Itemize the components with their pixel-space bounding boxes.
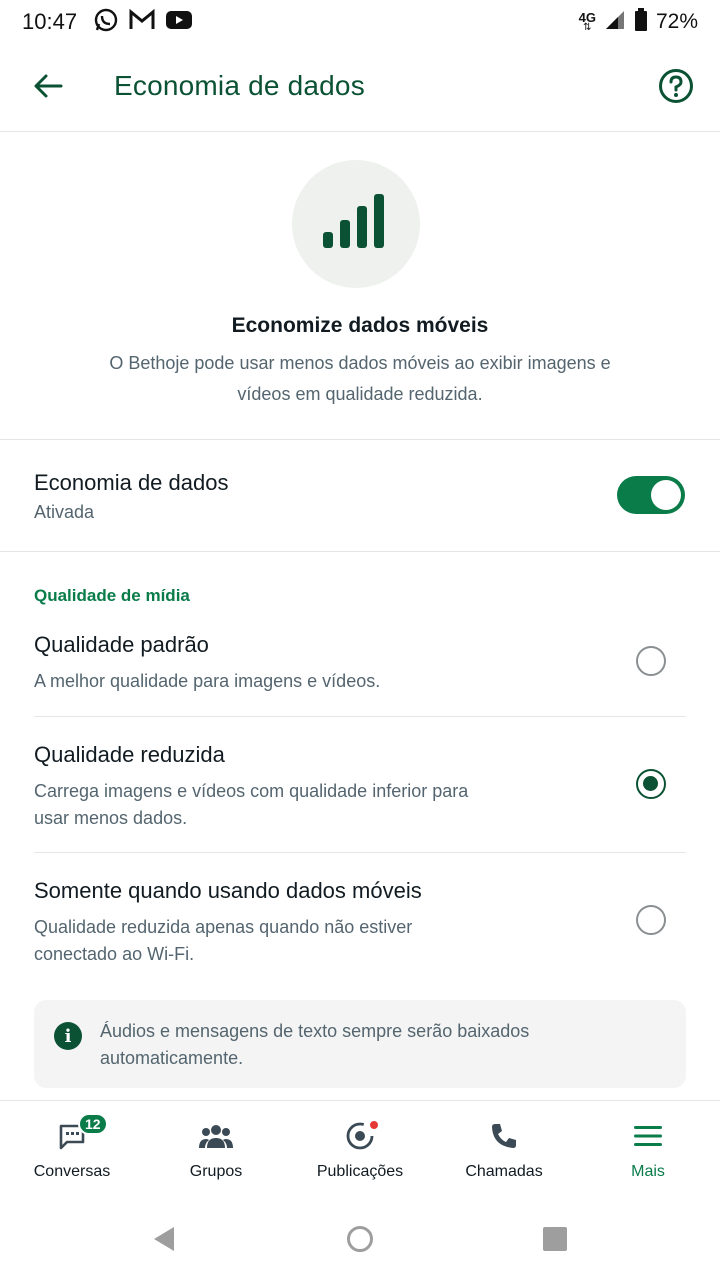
option-reduced-quality[interactable]: Qualidade reduzida Carrega imagens e víd… [34,742,686,832]
youtube-icon [165,9,193,36]
nav-label: Chamadas [465,1163,543,1180]
nav-item-chamadas[interactable]: Chamadas [432,1101,576,1196]
option-title: Qualidade padrão [34,632,209,657]
hero-title: Economize dados móveis [231,314,489,337]
nav-label: Mais [631,1163,665,1180]
hero-icon-circle [292,160,420,288]
help-button[interactable] [658,68,694,104]
network-type: 4G ⇅ [578,10,596,33]
section-label-media-quality: Qualidade de mídia [34,586,190,605]
signal-icon [604,9,626,36]
status-bar: 10:47 4G ⇅ 72% [0,0,720,44]
hero-description: O Bethoje pode usar menos dados móveis a… [109,353,611,404]
divider [34,716,686,717]
data-saver-title: Economia de dados [34,470,229,495]
nav-item-conversas[interactable]: 12 Conversas [0,1101,144,1196]
data-saver-toggle[interactable] [617,476,685,514]
notification-dot [370,1121,378,1129]
back-arrow-icon [33,73,63,104]
groups-icon [198,1122,234,1155]
phone-icon [489,1121,519,1156]
status-time: 10:47 [22,9,78,34]
radio-mobile-data-only[interactable] [636,905,666,935]
option-mobile-data-only[interactable]: Somente quando usando dados móveis Quali… [34,878,686,968]
option-description: Carrega imagens e vídeos com qualidade i… [34,781,469,828]
circle-home-icon [345,1226,375,1258]
help-icon [658,69,694,108]
nav-item-grupos[interactable]: Grupos [144,1101,288,1196]
battery-percent: 72% [655,10,698,33]
nav-item-publicacoes[interactable]: Publicações [288,1101,432,1196]
app-bar: Economia de dados [0,44,720,132]
menu-icon [633,1124,663,1153]
nav-label: Publicações [316,1163,404,1180]
option-title: Qualidade reduzida [34,742,225,767]
bottom-nav: 12 Conversas Grupos Publicações Chamadas [0,1100,720,1196]
option-description: Qualidade reduzida apenas quando não est… [34,917,413,964]
toggle-knob [651,480,681,510]
system-back-button[interactable] [150,1224,180,1254]
system-recents-button[interactable] [540,1224,570,1254]
option-description: A melhor qualidade para imagens e vídeos… [34,671,381,691]
gmail-icon [129,8,155,36]
nav-label: Grupos [189,1163,243,1180]
option-standard-quality[interactable]: Qualidade padrão A melhor qualidade para… [34,632,686,695]
nav-label: Conversas [33,1163,111,1180]
signal-bars-icon [321,192,391,257]
data-saver-row[interactable]: Economia de dados Ativada [0,440,720,552]
triangle-back-icon [150,1227,180,1258]
hero-section: Economize dados móveis O Bethoje pode us… [0,132,720,440]
system-nav-bar [0,1196,720,1280]
info-box: i Áudios e mensagens de texto sempre ser… [34,1000,686,1088]
page-title: Economia de dados [114,70,365,101]
info-text: Áudios e mensagens de texto sempre serão… [100,1021,530,1068]
option-title: Somente quando usando dados móveis [34,878,422,903]
whatsapp-icon [93,7,119,38]
radio-reduced-quality[interactable] [636,769,666,799]
back-button[interactable] [30,70,66,106]
battery-icon [634,7,648,37]
unread-badge: 12 [78,1113,108,1135]
divider [34,852,686,853]
info-icon: i [54,1022,82,1050]
nav-item-mais[interactable]: Mais [576,1101,720,1196]
square-recents-icon [540,1227,570,1258]
data-saver-status: Ativada [34,502,95,522]
system-home-button[interactable] [345,1224,375,1254]
radio-standard-quality[interactable] [636,646,666,676]
